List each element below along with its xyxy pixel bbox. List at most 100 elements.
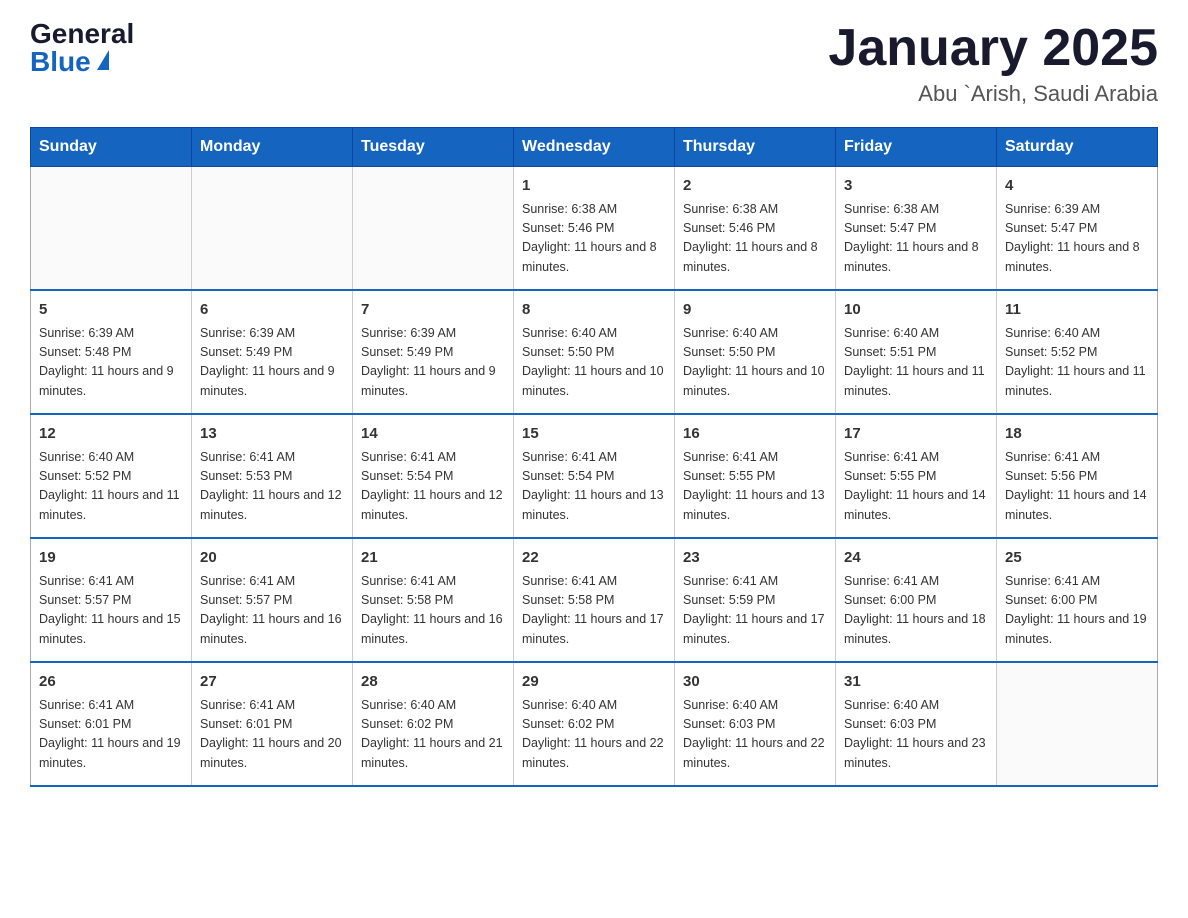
location-subtitle: Abu `Arish, Saudi Arabia — [828, 81, 1158, 107]
day-info: Sunrise: 6:41 AMSunset: 6:00 PMDaylight:… — [844, 572, 988, 650]
weekday-header-monday: Monday — [192, 128, 353, 167]
calendar-cell: 10Sunrise: 6:40 AMSunset: 5:51 PMDayligh… — [836, 290, 997, 414]
logo-blue-text: Blue — [30, 48, 109, 76]
day-info: Sunrise: 6:39 AMSunset: 5:47 PMDaylight:… — [1005, 200, 1149, 278]
day-number: 2 — [683, 175, 827, 198]
day-number: 17 — [844, 423, 988, 446]
calendar-cell: 8Sunrise: 6:40 AMSunset: 5:50 PMDaylight… — [514, 290, 675, 414]
calendar-week-row: 26 Sunrise: 6:41 AMSunset: 6:01 PMDayligh… — [31, 662, 1158, 786]
day-info: Sunrise: 6:38 AMSunset: 5:47 PMDaylight:… — [844, 200, 988, 278]
day-info: Sunrise: 6:40 AMSunset: 5:50 PMDaylight:… — [683, 324, 827, 402]
day-number: 12 — [39, 423, 183, 446]
calendar-cell: 9Sunrise: 6:40 AMSunset: 5:50 PMDaylight… — [675, 290, 836, 414]
day-info: Sunrise: 6:41 AMSunset: 5:54 PMDaylight:… — [522, 448, 666, 526]
day-number: 6 — [200, 299, 344, 322]
calendar-cell: 27Sunrise: 6:41 AMSunset: 6:01 PMDayligh… — [192, 662, 353, 786]
calendar-cell: 7Sunrise: 6:39 AMSunset: 5:49 PMDaylight… — [353, 290, 514, 414]
day-number: 31 — [844, 671, 988, 694]
day-info: Sunrise: 6:40 AMSunset: 6:03 PMDaylight:… — [844, 696, 988, 774]
calendar-cell: 18Sunrise: 6:41 AMSunset: 5:56 PMDayligh… — [997, 414, 1158, 538]
calendar-cell: 24Sunrise: 6:41 AMSunset: 6:00 PMDayligh… — [836, 538, 997, 662]
calendar-cell: 14Sunrise: 6:41 AMSunset: 5:54 PMDayligh… — [353, 414, 514, 538]
calendar-cell: 21Sunrise: 6:41 AMSunset: 5:58 PMDayligh… — [353, 538, 514, 662]
calendar-cell: 3Sunrise: 6:38 AMSunset: 5:47 PMDaylight… — [836, 167, 997, 291]
day-info: Sunrise: 6:41 AMSunset: 5:59 PMDaylight:… — [683, 572, 827, 650]
day-info: Sunrise: 6:40 AMSunset: 5:52 PMDaylight:… — [39, 448, 183, 526]
day-number: 19 — [39, 547, 183, 570]
page-header: General Blue January 2025 Abu `Arish, Sa… — [30, 20, 1158, 107]
calendar-cell: 25Sunrise: 6:41 AMSunset: 6:00 PMDayligh… — [997, 538, 1158, 662]
day-info: Sunrise: 6:41 AMSunset: 5:58 PMDaylight:… — [522, 572, 666, 650]
day-info: Sunrise: 6:38 AMSunset: 5:46 PMDaylight:… — [522, 200, 666, 278]
calendar-cell — [353, 167, 514, 291]
calendar-cell: 11Sunrise: 6:40 AMSunset: 5:52 PMDayligh… — [997, 290, 1158, 414]
calendar-cell: 26Sunrise: 6:41 AMSunset: 6:01 PMDayligh… — [31, 662, 192, 786]
day-info: Sunrise: 6:40 AMSunset: 5:50 PMDaylight:… — [522, 324, 666, 402]
calendar-cell — [997, 662, 1158, 786]
day-info: Sunrise: 6:41 AMSunset: 5:53 PMDaylight:… — [200, 448, 344, 526]
calendar-header: SundayMondayTuesdayWednesdayThursdayFrid… — [31, 128, 1158, 167]
day-info: Sunrise: 6:41 AMSunset: 5:56 PMDaylight:… — [1005, 448, 1149, 526]
month-title: January 2025 — [828, 20, 1158, 77]
weekday-header-saturday: Saturday — [997, 128, 1158, 167]
calendar-cell: 31Sunrise: 6:40 AMSunset: 6:03 PMDayligh… — [836, 662, 997, 786]
day-info: Sunrise: 6:41 AMSunset: 5:55 PMDaylight:… — [683, 448, 827, 526]
calendar-cell: 20Sunrise: 6:41 AMSunset: 5:57 PMDayligh… — [192, 538, 353, 662]
calendar-cell: 16Sunrise: 6:41 AMSunset: 5:55 PMDayligh… — [675, 414, 836, 538]
calendar-week-row: 1Sunrise: 6:38 AMSunset: 5:46 PMDaylight… — [31, 167, 1158, 291]
calendar-cell: 17Sunrise: 6:41 AMSunset: 5:55 PMDayligh… — [836, 414, 997, 538]
day-number: 16 — [683, 423, 827, 446]
day-number: 18 — [1005, 423, 1149, 446]
day-number: 4 — [1005, 175, 1149, 198]
calendar-cell: 2Sunrise: 6:38 AMSunset: 5:46 PMDaylight… — [675, 167, 836, 291]
day-number: 7 — [361, 299, 505, 322]
calendar-cell: 19Sunrise: 6:41 AMSunset: 5:57 PMDayligh… — [31, 538, 192, 662]
day-number: 26 — [39, 671, 183, 694]
day-number: 5 — [39, 299, 183, 322]
day-number: 9 — [683, 299, 827, 322]
day-number: 21 — [361, 547, 505, 570]
calendar-cell: 1Sunrise: 6:38 AMSunset: 5:46 PMDaylight… — [514, 167, 675, 291]
calendar-week-row: 5Sunrise: 6:39 AMSunset: 5:48 PMDaylight… — [31, 290, 1158, 414]
logo-general-text: General — [30, 20, 134, 48]
logo: General Blue — [30, 20, 134, 76]
calendar-cell: 15Sunrise: 6:41 AMSunset: 5:54 PMDayligh… — [514, 414, 675, 538]
calendar-cell: 6Sunrise: 6:39 AMSunset: 5:49 PMDaylight… — [192, 290, 353, 414]
weekday-header-friday: Friday — [836, 128, 997, 167]
day-number: 15 — [522, 423, 666, 446]
day-number: 22 — [522, 547, 666, 570]
calendar-cell: 23Sunrise: 6:41 AMSunset: 5:59 PMDayligh… — [675, 538, 836, 662]
title-block: January 2025 Abu `Arish, Saudi Arabia — [828, 20, 1158, 107]
calendar-cell — [192, 167, 353, 291]
day-number: 20 — [200, 547, 344, 570]
day-info: Sunrise: 6:40 AMSunset: 6:02 PMDaylight:… — [522, 696, 666, 774]
day-number: 1 — [522, 175, 666, 198]
day-info: Sunrise: 6:41 AMSunset: 6:00 PMDaylight:… — [1005, 572, 1149, 650]
day-number: 25 — [1005, 547, 1149, 570]
day-number: 8 — [522, 299, 666, 322]
day-number: 10 — [844, 299, 988, 322]
day-info: Sunrise: 6:40 AMSunset: 5:51 PMDaylight:… — [844, 324, 988, 402]
day-info: Sunrise: 6:41 AMSunset: 5:54 PMDaylight:… — [361, 448, 505, 526]
calendar-week-row: 19Sunrise: 6:41 AMSunset: 5:57 PMDayligh… — [31, 538, 1158, 662]
day-info: Sunrise: 6:41 AMSunset: 6:01 PMDaylight:… — [200, 696, 344, 774]
calendar-cell: 12Sunrise: 6:40 AMSunset: 5:52 PMDayligh… — [31, 414, 192, 538]
weekday-header-wednesday: Wednesday — [514, 128, 675, 167]
weekday-header-sunday: Sunday — [31, 128, 192, 167]
day-number: 29 — [522, 671, 666, 694]
day-number: 14 — [361, 423, 505, 446]
day-info: Sunrise: 6:38 AMSunset: 5:46 PMDaylight:… — [683, 200, 827, 278]
day-info: Sunrise: 6:39 AMSunset: 5:49 PMDaylight:… — [361, 324, 505, 402]
day-number: 28 — [361, 671, 505, 694]
calendar-cell: 29Sunrise: 6:40 AMSunset: 6:02 PMDayligh… — [514, 662, 675, 786]
day-info: Sunrise: 6:40 AMSunset: 5:52 PMDaylight:… — [1005, 324, 1149, 402]
day-number: 24 — [844, 547, 988, 570]
weekday-header-row: SundayMondayTuesdayWednesdayThursdayFrid… — [31, 128, 1158, 167]
day-number: 13 — [200, 423, 344, 446]
calendar-week-row: 12Sunrise: 6:40 AMSunset: 5:52 PMDayligh… — [31, 414, 1158, 538]
weekday-header-tuesday: Tuesday — [353, 128, 514, 167]
day-number: 11 — [1005, 299, 1149, 322]
calendar-cell: 5Sunrise: 6:39 AMSunset: 5:48 PMDaylight… — [31, 290, 192, 414]
calendar-cell: 30Sunrise: 6:40 AMSunset: 6:03 PMDayligh… — [675, 662, 836, 786]
calendar-cell — [31, 167, 192, 291]
